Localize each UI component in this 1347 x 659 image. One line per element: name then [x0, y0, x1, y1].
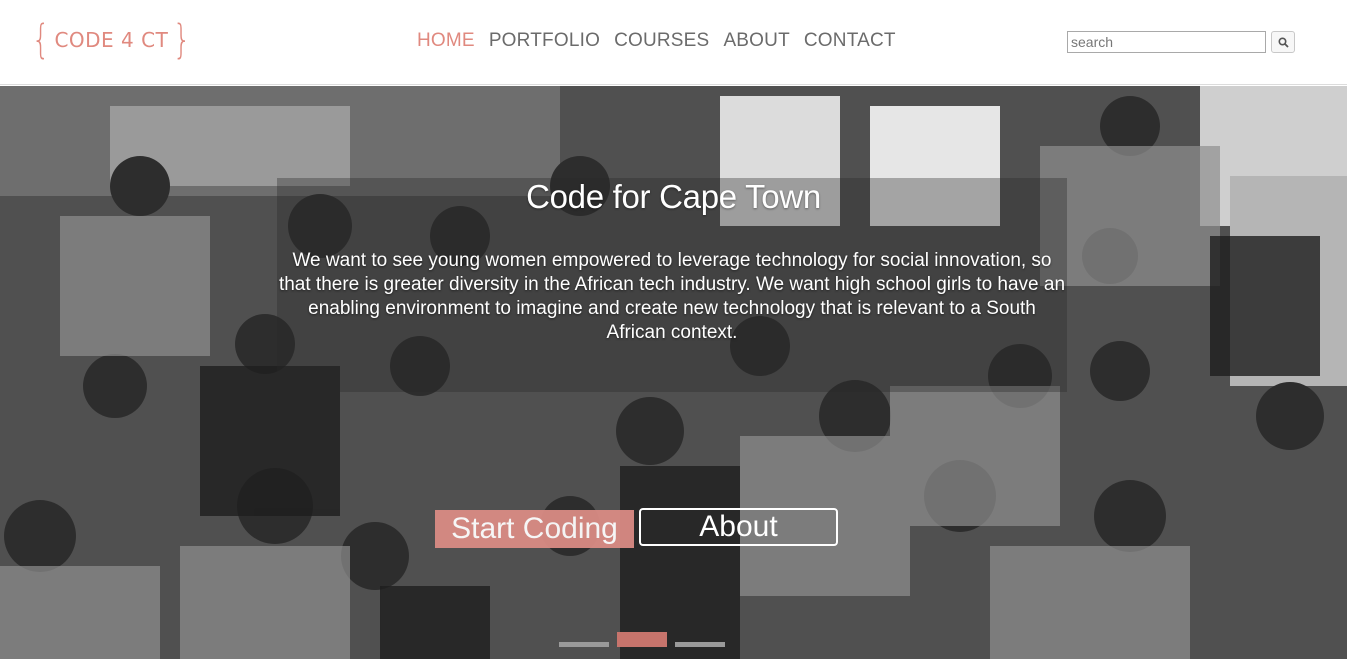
- nav-courses[interactable]: COURSES: [614, 30, 709, 52]
- nav-portfolio[interactable]: PORTFOLIO: [489, 30, 600, 52]
- site-header: { CODE 4 CT } HOME PORTFOLIO COURSES ABO…: [0, 0, 1347, 85]
- about-button[interactable]: About: [639, 508, 838, 546]
- search-input[interactable]: [1067, 31, 1266, 53]
- search-button[interactable]: [1271, 31, 1295, 53]
- logo[interactable]: { CODE 4 CT }: [28, 18, 195, 62]
- nav-contact[interactable]: CONTACT: [804, 30, 896, 52]
- logo-brace-open: {: [31, 17, 50, 63]
- hero-description: We want to see young women empowered to …: [278, 250, 1066, 343]
- carousel-indicator-2[interactable]: [617, 632, 667, 647]
- carousel-indicator-1[interactable]: [559, 642, 609, 647]
- logo-text: CODE 4 CT: [54, 28, 169, 52]
- main-nav: HOME PORTFOLIO COURSES ABOUT CONTACT: [417, 30, 896, 52]
- hero-title: Code for Cape Town: [526, 178, 821, 215]
- hero-carousel: Code for Cape Town We want to see young …: [0, 86, 1347, 659]
- search-icon: [1277, 36, 1289, 48]
- nav-about[interactable]: ABOUT: [723, 30, 789, 52]
- logo-brace-close: }: [173, 17, 191, 63]
- start-coding-button[interactable]: Start Coding: [435, 510, 634, 548]
- carousel-indicator-3[interactable]: [675, 642, 725, 647]
- carousel-indicators: [559, 632, 725, 647]
- nav-home[interactable]: HOME: [417, 30, 475, 52]
